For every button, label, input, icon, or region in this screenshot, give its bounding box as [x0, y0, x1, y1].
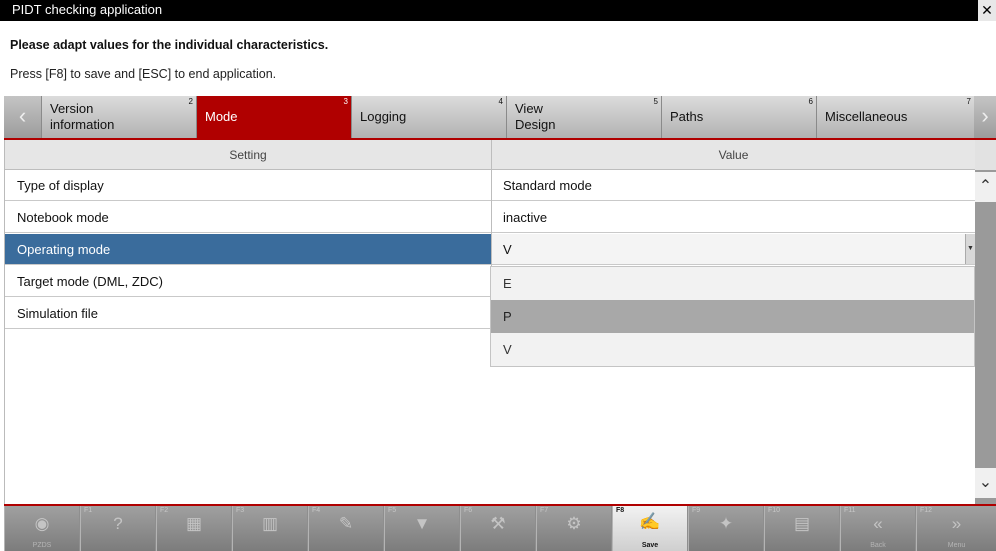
- tab-label: Paths: [670, 109, 704, 124]
- value-notebook-mode[interactable]: inactive: [491, 202, 976, 233]
- vertical-scrollbar[interactable]: ⌃ ⌄: [975, 140, 996, 504]
- fkey-label: F4: [312, 507, 321, 514]
- fkey-caption: Save: [641, 542, 659, 549]
- dropdown-arrow-icon[interactable]: ▼: [965, 234, 975, 264]
- back-icon: «: [873, 514, 883, 533]
- fkey-label: F11: [844, 507, 856, 514]
- dropdown-option-e[interactable]: E: [491, 267, 974, 300]
- f11-back-button[interactable]: F11 « Back: [840, 506, 915, 551]
- tab-scroll-left-icon[interactable]: ‹: [4, 96, 41, 138]
- tab-number: 3: [343, 97, 348, 106]
- print-icon: ▤: [793, 514, 811, 533]
- tab-label: View Design: [515, 101, 556, 132]
- scroll-up-icon[interactable]: ⌃: [975, 172, 996, 202]
- tab-view-design[interactable]: View Design 5: [506, 96, 661, 138]
- edit-icon: ✎: [338, 514, 354, 533]
- tab-paths[interactable]: Paths 6: [661, 96, 816, 138]
- tools-icon: ⚒: [490, 514, 506, 533]
- f6-button[interactable]: F6 ⚒: [460, 506, 535, 551]
- f3-button[interactable]: F3 ▥: [232, 506, 307, 551]
- tab-label: Version information: [50, 101, 115, 132]
- fkey-label: F10: [768, 507, 781, 514]
- tab-number: 2: [188, 97, 193, 106]
- f8-save-button[interactable]: F8 ✍ Save: [612, 506, 687, 551]
- tab-label: Mode: [205, 109, 238, 124]
- fkey-label: F5: [388, 507, 397, 514]
- tab-scroll-right-icon[interactable]: ›: [974, 96, 996, 138]
- fkey-caption: PZDS: [32, 542, 52, 549]
- instruction-heading: Please adapt values for the individual c…: [10, 38, 329, 52]
- dropdown-option-v[interactable]: V: [491, 333, 974, 366]
- setting-notebook-mode[interactable]: Notebook mode: [5, 202, 491, 233]
- tab-mode[interactable]: Mode 3: [196, 96, 351, 138]
- fkey-label: F7: [540, 507, 549, 514]
- tab-number: 7: [966, 97, 971, 106]
- operating-mode-select[interactable]: V: [491, 234, 976, 265]
- window-title: PIDT checking application: [12, 2, 163, 17]
- car-search-icon: ◉: [34, 514, 50, 533]
- scrollbar-header-spacer: [975, 140, 996, 170]
- forward-icon: »: [951, 514, 962, 533]
- fkey-label: F3: [236, 507, 245, 514]
- tab-bar: ‹ Version information 2 Mode 3 Logging 4…: [4, 96, 996, 140]
- fkey-label: F2: [160, 507, 169, 514]
- tab-number: 6: [808, 97, 813, 106]
- f2-button[interactable]: F2 ▦: [156, 506, 231, 551]
- column-header-value: Value: [491, 140, 976, 170]
- f10-print-button[interactable]: F10 ▤: [764, 506, 839, 551]
- fkey-caption: Menu: [947, 542, 966, 549]
- pzds-button[interactable]: ◉ PZDS: [4, 506, 79, 551]
- f5-filter-button[interactable]: F5 ▼: [384, 506, 459, 551]
- tab-miscellaneous[interactable]: Miscellaneous 7: [816, 96, 974, 138]
- image-icon: ▦: [185, 514, 203, 533]
- f1-help-button[interactable]: F1 ?: [80, 506, 155, 551]
- instruction-subline: Press [F8] to save and [ESC] to end appl…: [10, 67, 277, 81]
- close-icon[interactable]: ✕: [978, 0, 996, 21]
- fkey-label: F1: [84, 507, 93, 514]
- tab-number: 5: [653, 97, 658, 106]
- f7-button[interactable]: F7 ⚙: [536, 506, 611, 551]
- setting-simulation-file[interactable]: Simulation file: [5, 298, 491, 329]
- operating-mode-dropdown: E P V: [490, 266, 975, 367]
- setting-target-mode[interactable]: Target mode (DML, ZDC): [5, 266, 491, 297]
- save-icon: ✍: [639, 512, 661, 531]
- fkey-label: F6: [464, 507, 473, 514]
- title-bar: PIDT checking application ✕: [0, 0, 996, 21]
- fkey-caption: Back: [870, 542, 886, 549]
- function-key-bar: ◉ PZDS F1 ? F2 ▦ F3 ▥ F4 ✎ F5 ▼ F6 ⚒ F7 …: [4, 506, 996, 551]
- filter-icon: ▼: [413, 514, 431, 533]
- column-header-setting: Setting: [5, 140, 491, 170]
- scroll-down-icon[interactable]: ⌄: [975, 468, 996, 498]
- f4-button[interactable]: F4 ✎: [308, 506, 383, 551]
- tab-label: Miscellaneous: [825, 109, 908, 124]
- f12-menu-button[interactable]: F12 » Menu: [916, 506, 996, 551]
- settings-icon: ⚙: [566, 514, 582, 533]
- setting-type-of-display[interactable]: Type of display: [5, 170, 491, 201]
- tab-number: 4: [498, 97, 503, 106]
- fkey-label: F9: [692, 507, 701, 514]
- tab-logging[interactable]: Logging 4: [351, 96, 506, 138]
- speech-icon: ✦: [718, 514, 734, 533]
- chart-icon: ▥: [261, 514, 279, 533]
- tab-version-information[interactable]: Version information 2: [41, 96, 196, 138]
- tab-label: Logging: [360, 109, 407, 124]
- help-icon: ?: [113, 514, 123, 533]
- dropdown-option-p[interactable]: P: [491, 300, 974, 333]
- setting-operating-mode[interactable]: Operating mode: [5, 234, 491, 265]
- f9-button[interactable]: F9 ✦: [688, 506, 763, 551]
- value-type-of-display[interactable]: Standard mode: [491, 170, 976, 201]
- fkey-label: F12: [920, 507, 933, 514]
